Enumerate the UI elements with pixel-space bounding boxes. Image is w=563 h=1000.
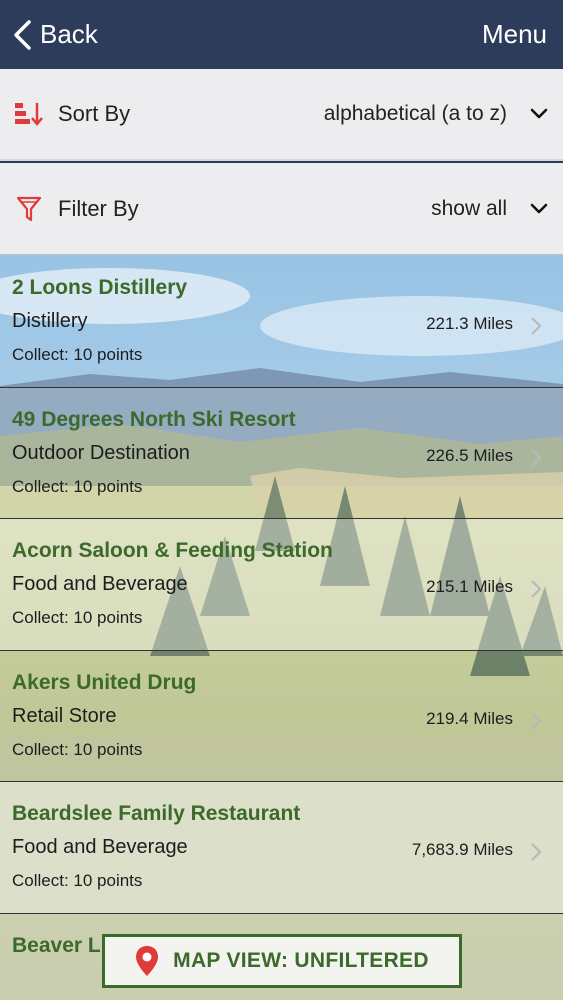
chevron-down-icon <box>529 104 549 124</box>
location-distance: 221.3 Miles <box>426 314 513 333</box>
sort-icon <box>14 99 44 129</box>
location-distance: 219.4 Miles <box>426 708 513 728</box>
map-view-label: MAP VIEW: UNFILTERED <box>173 949 429 972</box>
map-view-button[interactable]: MAP VIEW: UNFILTERED <box>102 934 462 988</box>
nav-bar: Back Menu <box>0 0 563 69</box>
chevron-right-icon <box>531 843 542 861</box>
back-label: Back <box>40 19 98 49</box>
location-points: Collect: 10 points <box>12 739 143 759</box>
location-distance: 215.1 Miles <box>426 577 513 596</box>
location-distance: 226.5 Miles <box>426 445 513 465</box>
back-button[interactable]: Back <box>12 19 98 51</box>
menu-button[interactable]: Menu <box>482 19 549 50</box>
location-list: 2 Loons Distillery Distillery Collect: 1… <box>0 256 563 1000</box>
chevron-right-icon <box>531 711 542 730</box>
location-distance: 7,683.9 Miles <box>411 840 513 859</box>
location-name: 2 Loons Distillery <box>12 276 188 299</box>
funnel-icon <box>14 194 44 224</box>
filter-label: Filter By <box>58 195 139 221</box>
sort-selector[interactable]: Sort By alphabetical (a to z) <box>0 69 563 161</box>
chevron-right-icon <box>531 448 542 467</box>
location-points: Collect: 10 points <box>12 476 143 496</box>
location-list-area[interactable]: 2 Loons Distillery Distillery Collect: 1… <box>0 256 563 1000</box>
list-item[interactable]: Beardslee Family Restaurant Food and Bev… <box>0 782 563 914</box>
map-pin-icon <box>136 946 159 976</box>
filter-selector[interactable]: Filter By show all <box>0 163 563 256</box>
sort-value: alphabetical (a to z) <box>323 102 507 125</box>
list-item[interactable]: 49 Degrees North Ski Resort Outdoor Dest… <box>0 387 563 519</box>
location-name: Beardslee Family Restaurant <box>12 802 301 825</box>
filter-value: show all <box>431 196 507 220</box>
list-item[interactable]: 2 Loons Distillery Distillery Collect: 1… <box>0 256 563 388</box>
location-points: Collect: 10 points <box>12 345 143 364</box>
location-name: Acorn Saloon & Feeding Station <box>12 539 333 562</box>
location-points: Collect: 10 points <box>12 871 143 890</box>
chevron-down-icon <box>529 199 549 219</box>
sort-label: Sort By <box>58 101 131 126</box>
location-name: 49 Degrees North Ski Resort <box>12 407 296 431</box>
location-name: Akers United Drug <box>12 670 197 694</box>
chevron-right-icon <box>531 580 542 598</box>
list-item[interactable]: Acorn Saloon & Feeding Station Food and … <box>0 519 563 651</box>
list-item[interactable]: Akers United Drug Retail Store Collect: … <box>0 650 563 782</box>
location-points: Collect: 10 points <box>12 608 143 627</box>
chevron-right-icon <box>531 317 542 335</box>
chevron-left-icon <box>14 19 31 50</box>
